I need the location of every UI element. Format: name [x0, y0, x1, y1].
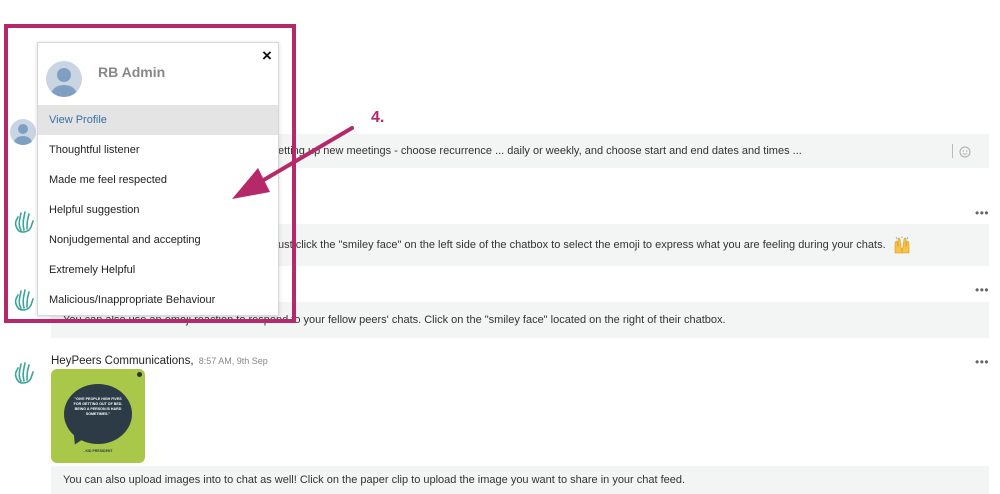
annotation-step-label: 4. [371, 109, 385, 126]
annotation-arrow-icon [232, 126, 354, 199]
